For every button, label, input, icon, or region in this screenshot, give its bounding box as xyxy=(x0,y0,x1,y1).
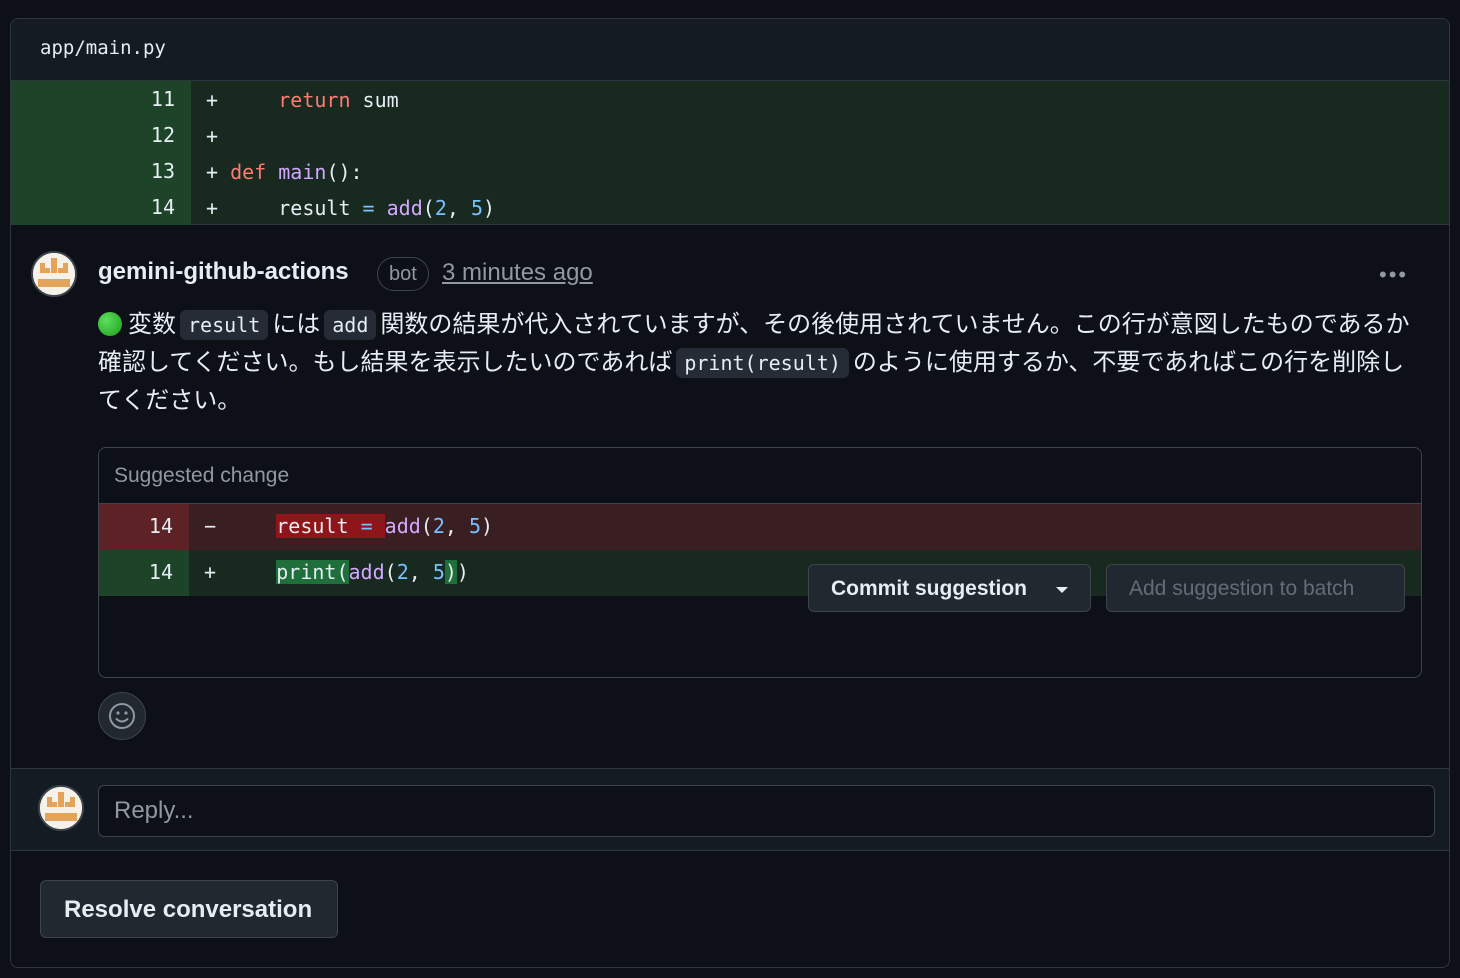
reply-input[interactable] xyxy=(98,785,1435,837)
suggested-change-header: Suggested change xyxy=(99,448,1421,504)
line-number[interactable]: 14 xyxy=(151,195,175,219)
comment-body: 変数 result には add 関数の結果が代入されていますが、その後使用されていませ… xyxy=(98,310,1410,414)
file-header: app/main.py xyxy=(11,19,1449,81)
diff-line: 12 + xyxy=(11,117,1449,153)
file-path[interactable]: app/main.py xyxy=(40,37,166,59)
comment-timestamp[interactable]: 3 minutes ago xyxy=(442,259,593,287)
add-reaction-button[interactable] xyxy=(98,692,146,740)
green-circle-icon xyxy=(98,312,122,336)
kebab-horizontal-icon[interactable]: ••• xyxy=(1379,264,1419,286)
code-line: + result = add(2, 5) xyxy=(206,196,496,220)
comment-author[interactable]: gemini-github-actions xyxy=(98,258,349,286)
review-comment: gemini-github-actions bot 3 minutes ago … xyxy=(11,226,1449,768)
resolve-conversation-button[interactable]: Resolve conversation xyxy=(40,880,338,938)
review-thread-card: app/main.py 11 + return sum 12 + 13 + de… xyxy=(10,18,1450,968)
add-suggestion-to-batch-button[interactable]: Add suggestion to batch xyxy=(1106,564,1405,612)
suggested-change: Suggested change 14 − result = add(2, 5)… xyxy=(98,447,1422,678)
bot-avatar-icon xyxy=(40,787,82,829)
code-line: + xyxy=(206,124,219,148)
code-line: + def main(): xyxy=(206,160,363,184)
current-user-avatar xyxy=(38,785,84,831)
line-number[interactable]: 12 xyxy=(151,123,175,147)
suggestion-deleted-line: 14 − result = add(2, 5) xyxy=(99,504,1421,550)
line-number[interactable]: 13 xyxy=(151,159,175,183)
diff-context: 11 + return sum 12 + 13 + def main(): 14… xyxy=(11,81,1449,225)
commit-suggestion-button[interactable]: Commit suggestion xyxy=(808,564,1091,612)
bot-avatar-icon xyxy=(33,253,75,295)
line-number[interactable]: 11 xyxy=(151,87,175,111)
reply-bar xyxy=(11,768,1449,851)
bot-badge: bot xyxy=(377,257,429,291)
diff-line: 14 + result = add(2, 5) xyxy=(11,189,1449,225)
smiley-icon xyxy=(109,703,135,729)
triangle-down-icon[interactable] xyxy=(1056,587,1068,593)
diff-line: 11 + return sum xyxy=(11,81,1449,117)
author-avatar[interactable] xyxy=(31,251,77,297)
code-line: + return sum xyxy=(206,88,399,112)
diff-line: 13 + def main(): xyxy=(11,153,1449,189)
